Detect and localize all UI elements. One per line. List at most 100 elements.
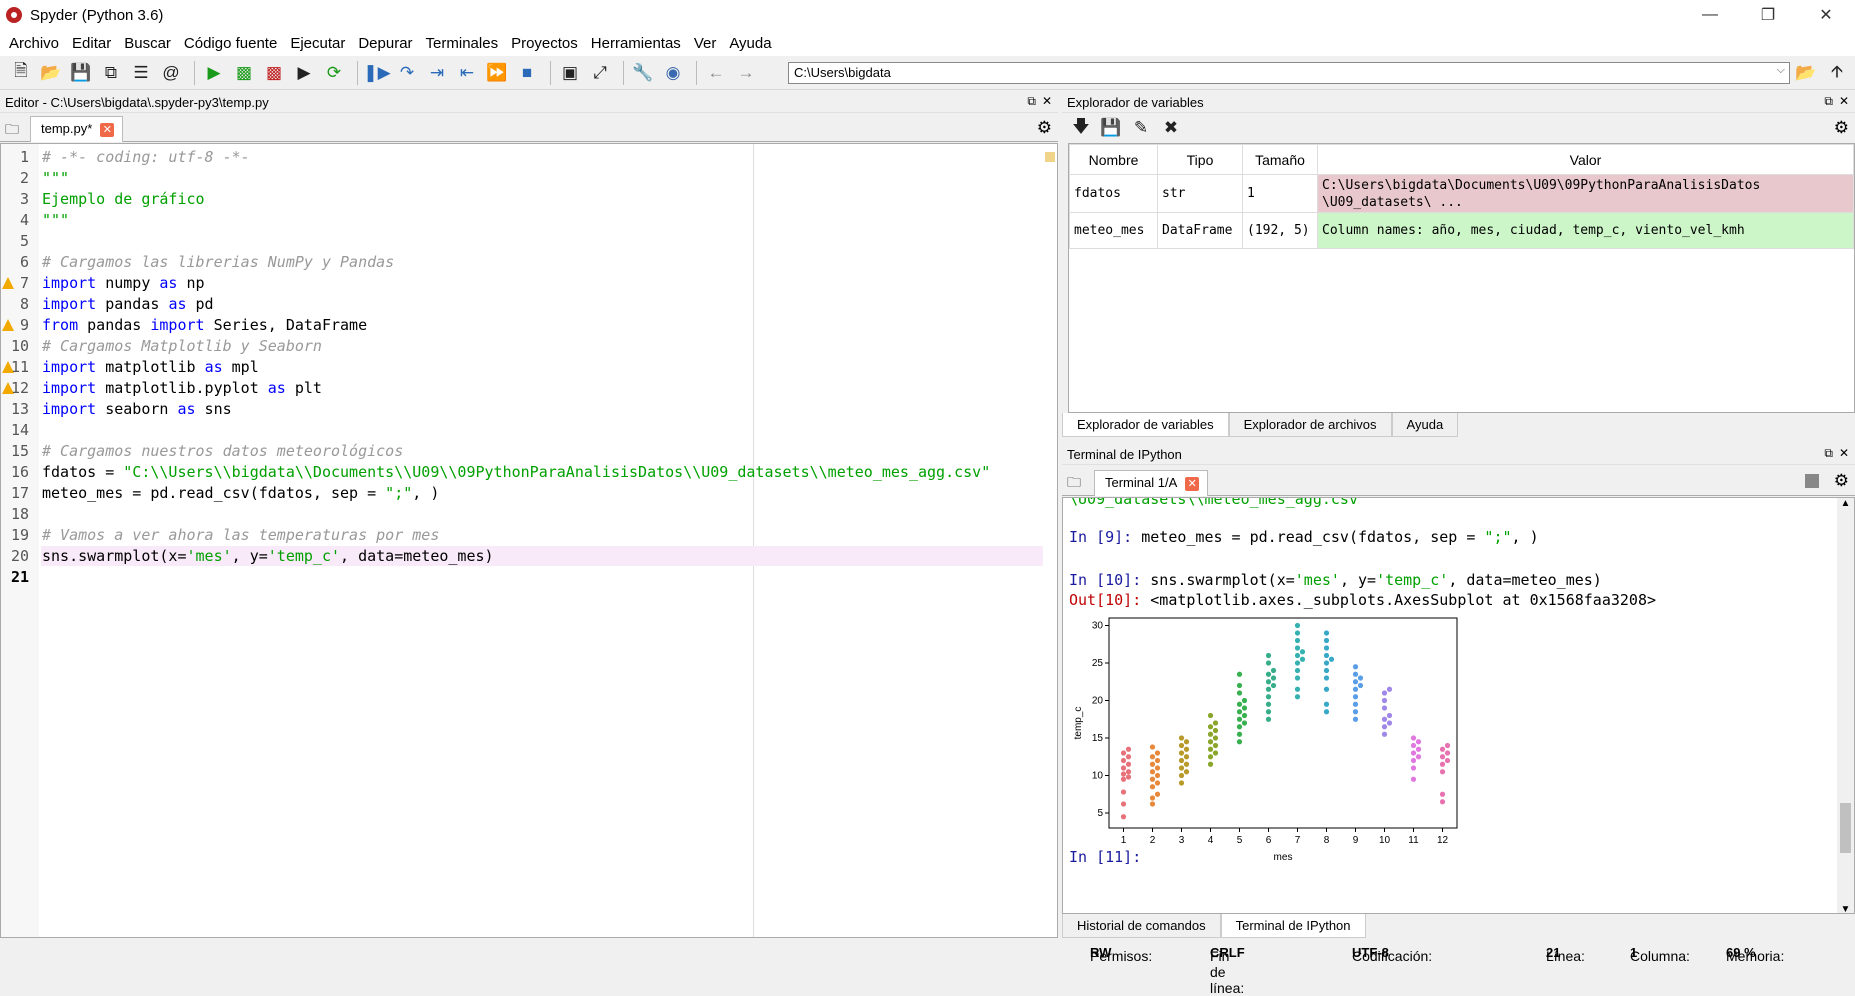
tab-file-explorer[interactable]: Explorador de archivos — [1228, 413, 1392, 437]
y-tick-label: 20 — [1092, 696, 1104, 707]
tab-terminal-1a[interactable]: Terminal 1/A ✕ — [1094, 470, 1209, 496]
close-pane-icon[interactable]: ✕ — [1839, 94, 1849, 108]
console-options-gear-icon[interactable]: ⚙ — [1834, 471, 1849, 491]
swarm-point — [1265, 679, 1272, 685]
chevron-down-icon[interactable]: ⌵ — [1777, 64, 1785, 77]
swarm-point — [1154, 750, 1161, 756]
var-type: DataFrame — [1157, 212, 1243, 249]
parent-directory-icon[interactable]: 🡩 — [1824, 60, 1850, 86]
run-cell-icon[interactable]: ▩ — [231, 60, 257, 86]
fullscreen-icon[interactable]: ⤢ — [587, 60, 613, 86]
swarm-point — [1323, 637, 1330, 644]
editor-options-gear-icon[interactable]: ⚙ — [1037, 118, 1052, 138]
code-line: 15 # Cargamos nuestros datos meteorológic… — [1, 442, 1045, 462]
menu-herramientas[interactable]: Herramientas — [586, 35, 689, 52]
code-text: # Cargamos nuestros datos meteorológicos — [42, 442, 404, 460]
minimize-icon[interactable]: — — [1681, 0, 1739, 30]
list-icon[interactable]: ☰ — [128, 60, 154, 86]
maximize-pane-icon[interactable]: ▣ — [557, 60, 583, 86]
tab-ipython-console[interactable]: Terminal de IPython — [1220, 914, 1366, 938]
y-tick-label: 15 — [1092, 733, 1104, 744]
save-data-icon[interactable]: 💾 — [1098, 115, 1124, 141]
column-header-valor[interactable]: Valor — [1317, 144, 1854, 175]
close-pane-icon[interactable]: ✕ — [1042, 94, 1052, 108]
swarm-point — [1125, 746, 1132, 752]
swarm-point — [1236, 724, 1243, 730]
tab-temp-py[interactable]: temp.py* ✕ — [30, 116, 124, 142]
python-path-icon[interactable]: ◉ — [660, 60, 686, 86]
swarm-point — [1241, 705, 1248, 711]
back-arrow-icon[interactable]: ← — [703, 60, 729, 86]
scrollbar-thumb[interactable] — [1840, 803, 1851, 853]
save-data-as-icon[interactable]: ✎ — [1128, 115, 1154, 141]
table-row[interactable]: meteo_mes DataFrame (192, 5) Column name… — [1069, 212, 1854, 249]
code-editor[interactable]: 1 # -*- coding: utf-8 -*- 2 """ 3 Ejemplo de … — [0, 143, 1058, 938]
new-file-icon[interactable]: 🗎 — [8, 60, 34, 86]
close-icon[interactable]: ✕ — [1797, 0, 1855, 30]
save-all-icon[interactable]: ⧉ — [98, 60, 124, 86]
save-icon[interactable]: 💾 — [68, 60, 94, 86]
rerun-icon[interactable]: ⟳ — [321, 60, 347, 86]
console-scrollbar[interactable]: ▲ ▼ — [1837, 498, 1854, 913]
continue-icon[interactable]: ⏩ — [484, 60, 510, 86]
remove-all-icon[interactable]: ✖ — [1158, 115, 1184, 141]
column-header-tamano[interactable]: Tamaño — [1242, 144, 1318, 175]
close-pane-icon[interactable]: ✕ — [1839, 446, 1849, 460]
scroll-down-icon[interactable]: ▼ — [1837, 904, 1854, 913]
menu-proyectos[interactable]: Proyectos — [506, 35, 586, 52]
swarm-point — [1236, 682, 1243, 689]
interrupt-kernel-icon[interactable] — [1805, 474, 1819, 488]
menu-editar[interactable]: Editar — [67, 35, 119, 52]
step-into-icon[interactable]: ⇥ — [424, 60, 450, 86]
run-selection-icon[interactable]: ▶ — [291, 60, 317, 86]
x-axis-label: mes — [1274, 852, 1293, 863]
step-return-icon[interactable]: ⇤ — [454, 60, 480, 86]
x-tick-label: 3 — [1179, 835, 1185, 846]
swarm-point — [1323, 660, 1330, 666]
menu-codigo-fuente[interactable]: Código fuente — [179, 35, 285, 52]
undock-icon[interactable]: ⧉ — [1027, 94, 1036, 109]
varexplorer-gear-icon[interactable]: ⚙ — [1834, 118, 1849, 138]
undock-icon[interactable]: ⧉ — [1824, 94, 1833, 109]
stop-icon[interactable]: ■ — [514, 60, 540, 86]
menu-ver[interactable]: Ver — [689, 35, 725, 52]
code-line: 2 """ — [1, 169, 1045, 189]
menu-terminales[interactable]: Terminales — [421, 35, 507, 52]
close-tab-icon[interactable]: ✕ — [1185, 477, 1200, 491]
at-icon[interactable]: @ — [158, 60, 184, 86]
open-file-icon[interactable]: 📂 — [38, 60, 64, 86]
menu-buscar[interactable]: Buscar — [119, 35, 179, 52]
run-icon[interactable]: ▶ — [201, 60, 227, 86]
import-data-icon[interactable]: 🡇 — [1068, 115, 1094, 141]
line-number: 9 — [19, 316, 29, 334]
undock-icon[interactable]: ⧉ — [1824, 446, 1833, 461]
x-tick-label: 4 — [1208, 835, 1214, 846]
tab-history[interactable]: Historial de comandos — [1062, 914, 1221, 938]
menu-depurar[interactable]: Depurar — [353, 35, 420, 52]
browse-tabs-icon[interactable]: 🗀 — [5, 119, 19, 143]
column-header-tipo[interactable]: Tipo — [1157, 144, 1243, 175]
scroll-up-icon[interactable]: ▲ — [1837, 498, 1854, 509]
debug-icon[interactable]: ❚▶ — [363, 60, 390, 86]
menu-ejecutar[interactable]: Ejecutar — [285, 35, 353, 52]
table-row[interactable]: fdatos str 1 C:\Users\bigdata\Documents\… — [1069, 174, 1854, 213]
maximize-icon[interactable]: ❐ — [1739, 0, 1797, 30]
tab-help[interactable]: Ayuda — [1391, 413, 1459, 437]
run-cell-advance-icon[interactable]: ▩ — [261, 60, 287, 86]
preferences-wrench-icon[interactable]: 🔧 — [630, 60, 656, 86]
ipython-console[interactable]: \U09_datasets\\meteo_mes_agg.csv' In [9]… — [1062, 497, 1855, 914]
swarm-point — [1323, 675, 1330, 681]
column-header-nombre[interactable]: Nombre — [1069, 144, 1158, 175]
working-directory-combo[interactable]: C:\Users\bigdata ⌵ — [788, 62, 1790, 84]
menu-archivo[interactable]: Archivo — [4, 35, 67, 52]
tab-variable-explorer[interactable]: Explorador de variables — [1062, 413, 1229, 437]
browse-tabs-icon[interactable]: 🗀 — [1067, 472, 1081, 496]
close-tab-icon[interactable]: ✕ — [100, 123, 115, 137]
swarm-point — [1241, 720, 1248, 726]
menu-ayuda[interactable]: Ayuda — [724, 35, 779, 52]
browse-folder-icon[interactable]: 📂 — [1793, 60, 1819, 86]
swarm-point — [1294, 630, 1301, 636]
forward-arrow-icon[interactable]: → — [733, 60, 759, 86]
swarm-point — [1323, 630, 1330, 636]
step-icon[interactable]: ↷ — [394, 60, 420, 86]
